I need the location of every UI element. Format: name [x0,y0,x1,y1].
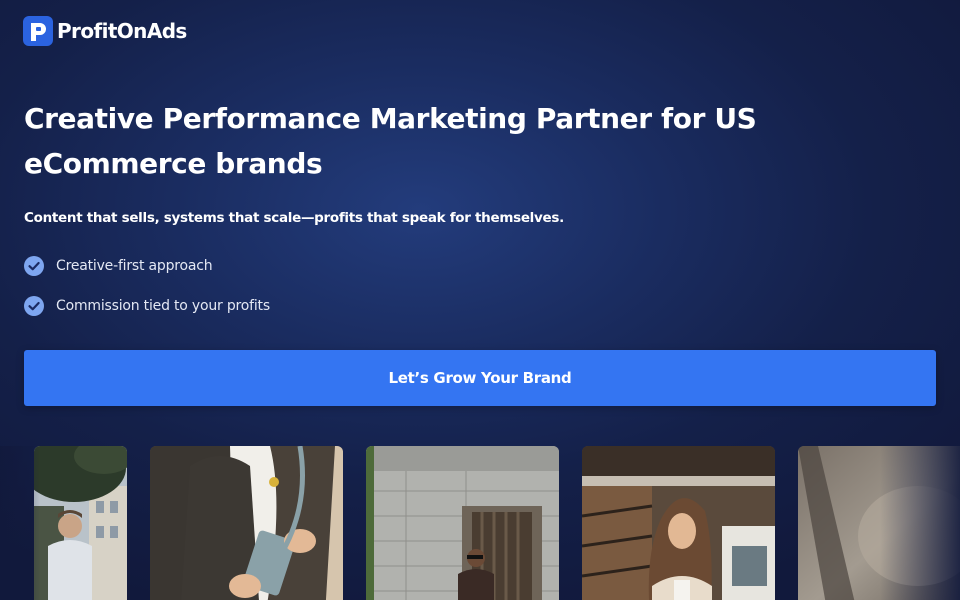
brand-logo-link[interactable]: ProfitOnAds [23,16,187,46]
hero-subtitle: Content that sells, systems that scale—p… [24,210,564,226]
gallery-card-man-near-tree[interactable] [34,446,127,600]
man-by-stone-building-photo [366,446,559,600]
man-near-tree-photo [34,446,127,600]
feature-item: Creative-first approach [24,255,270,277]
feature-label: Creative-first approach [56,258,213,274]
profitonads-logo-icon [23,16,53,46]
brand-name: ProfitOnAds [57,19,187,43]
blurred-photo [798,446,960,600]
feature-item: Commission tied to your profits [24,295,270,317]
check-circle-icon [24,256,44,276]
woman-smiling-street-photo [582,446,775,600]
grow-brand-button[interactable]: Let’s Grow Your Brand [24,350,936,406]
photo-gallery [0,446,960,600]
feature-label: Commission tied to your profits [56,298,270,314]
gallery-card-woman-smiling[interactable] [582,446,775,600]
woman-with-wallet-photo [150,446,343,600]
hero-title: Creative Performance Marketing Partner f… [24,102,757,180]
check-circle-icon [24,296,44,316]
gallery-card-blurred[interactable] [798,446,960,600]
gallery-card-man-by-building[interactable] [366,446,559,600]
feature-list: Creative-first approach Commission tied … [24,255,270,335]
gallery-card-woman-with-wallet[interactable] [150,446,343,600]
